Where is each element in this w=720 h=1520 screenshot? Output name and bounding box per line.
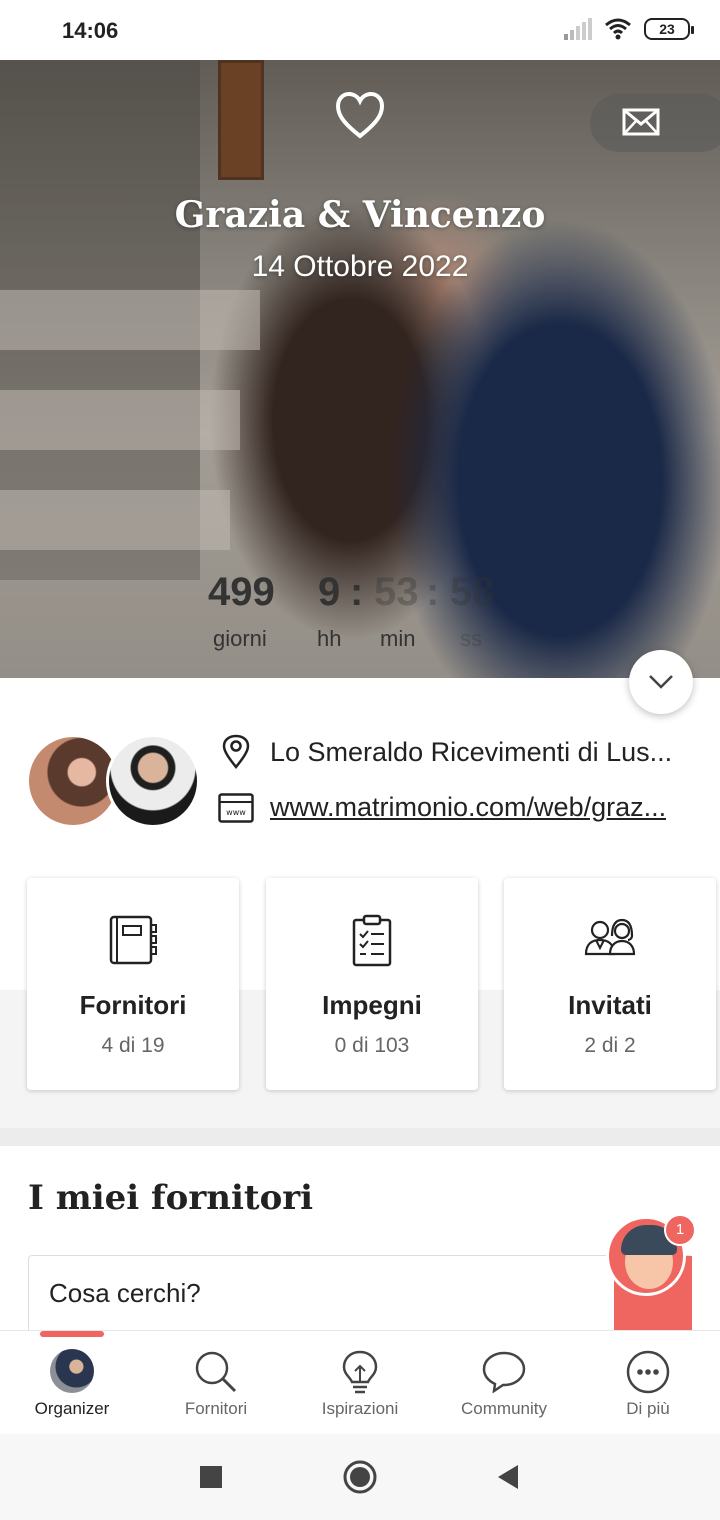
venue-row[interactable]: Lo Smeraldo Ricevimenti di Lus...: [218, 734, 672, 770]
nav-label: Organizer: [34, 1399, 110, 1418]
card-title: Invitati: [568, 990, 652, 1020]
collapse-button[interactable]: [629, 650, 693, 714]
countdown-hours-value: 9: [318, 570, 341, 614]
help-assistant-button[interactable]: 1: [606, 1214, 696, 1330]
notebook-icon: [27, 914, 239, 968]
nav-community[interactable]: Community: [432, 1331, 576, 1435]
nav-fornitori[interactable]: Fornitori: [144, 1331, 288, 1435]
location-pin-icon: [222, 734, 250, 770]
website-row[interactable]: www www.matrimonio.com/web/graz...: [218, 792, 666, 823]
guests-icon: [504, 914, 716, 968]
countdown-seconds-label: ss: [460, 626, 482, 651]
status-icons: 23: [564, 18, 694, 40]
wedding-date: 14 Ottobre 2022: [251, 250, 469, 283]
card-title: Impegni: [322, 990, 422, 1020]
status-time: 14:06: [62, 18, 119, 43]
back-button[interactable]: [496, 1464, 520, 1490]
card-count: 0 di 103: [334, 1034, 410, 1057]
recents-button[interactable]: [199, 1465, 223, 1489]
search-icon: [195, 1351, 237, 1393]
section-title: I miei fornitori: [28, 1178, 314, 1218]
battery-icon: 23: [644, 18, 694, 40]
venue-name: Lo Smeraldo Ricevimenti di Lus...: [270, 736, 673, 767]
website-icon: www: [218, 792, 254, 823]
wifi-icon: [605, 18, 631, 40]
nav-label: Ispirazioni: [321, 1399, 399, 1418]
card-impegni[interactable]: Impegni 0 di 103: [266, 878, 478, 1090]
couple-avatars[interactable]: [26, 734, 200, 828]
signal-icon: [564, 18, 592, 40]
avatar: [50, 1349, 94, 1393]
countdown-separator: :: [426, 570, 440, 614]
lightbulb-icon: [342, 1350, 378, 1394]
home-button[interactable]: [342, 1459, 378, 1495]
section-divider: [0, 1128, 720, 1146]
countdown-minutes-label: min: [380, 626, 416, 651]
chevron-down-icon: [649, 675, 673, 689]
nav-ispirazioni[interactable]: Ispirazioni: [288, 1331, 432, 1435]
card-count: 2 di 2: [584, 1034, 636, 1057]
system-nav-bar: [0, 1434, 720, 1520]
countdown-separator: :: [350, 570, 364, 614]
checklist-icon: [266, 914, 478, 968]
card-count: 4 di 19: [101, 1034, 165, 1057]
nav-more[interactable]: Di più: [576, 1331, 720, 1435]
nav-label: Community: [461, 1399, 547, 1418]
couple-name: Grazia & Vincenzo: [174, 194, 546, 236]
message-button[interactable]: [590, 94, 720, 152]
countdown-days-label: giorni: [213, 626, 267, 651]
chat-bubble-icon: [482, 1351, 526, 1393]
website-link[interactable]: www.matrimonio.com/web/graz...: [270, 792, 666, 823]
nav-organizer[interactable]: Organizer: [0, 1331, 144, 1435]
status-bar: 14:06 23: [0, 0, 720, 60]
card-title: Fornitori: [79, 990, 187, 1020]
countdown-seconds-value: 58: [450, 570, 495, 614]
countdown-minutes-value: 53: [374, 570, 419, 614]
avatar-partner-2: [106, 734, 200, 828]
card-invitati[interactable]: Invitati 2 di 2: [504, 878, 716, 1090]
notification-badge: 1: [664, 1214, 696, 1246]
envelope-icon: [622, 108, 660, 136]
countdown-days-value: 499: [208, 570, 275, 614]
hero-photo[interactable]: Grazia & Vincenzo 14 Ottobre 2022 499 gi…: [0, 60, 720, 678]
nav-label: Di più: [626, 1399, 670, 1418]
heart-icon: [335, 91, 385, 139]
bottom-nav: Organizer Fornitori Ispirazioni Communit…: [0, 1330, 720, 1434]
nav-label: Fornitori: [184, 1399, 248, 1418]
search-input[interactable]: Cosa cerchi?: [28, 1255, 692, 1335]
more-icon: [626, 1350, 670, 1394]
svg-text:www: www: [226, 808, 246, 817]
card-fornitori[interactable]: Fornitori 4 di 19: [27, 878, 239, 1090]
countdown-hours-label: hh: [317, 626, 342, 651]
